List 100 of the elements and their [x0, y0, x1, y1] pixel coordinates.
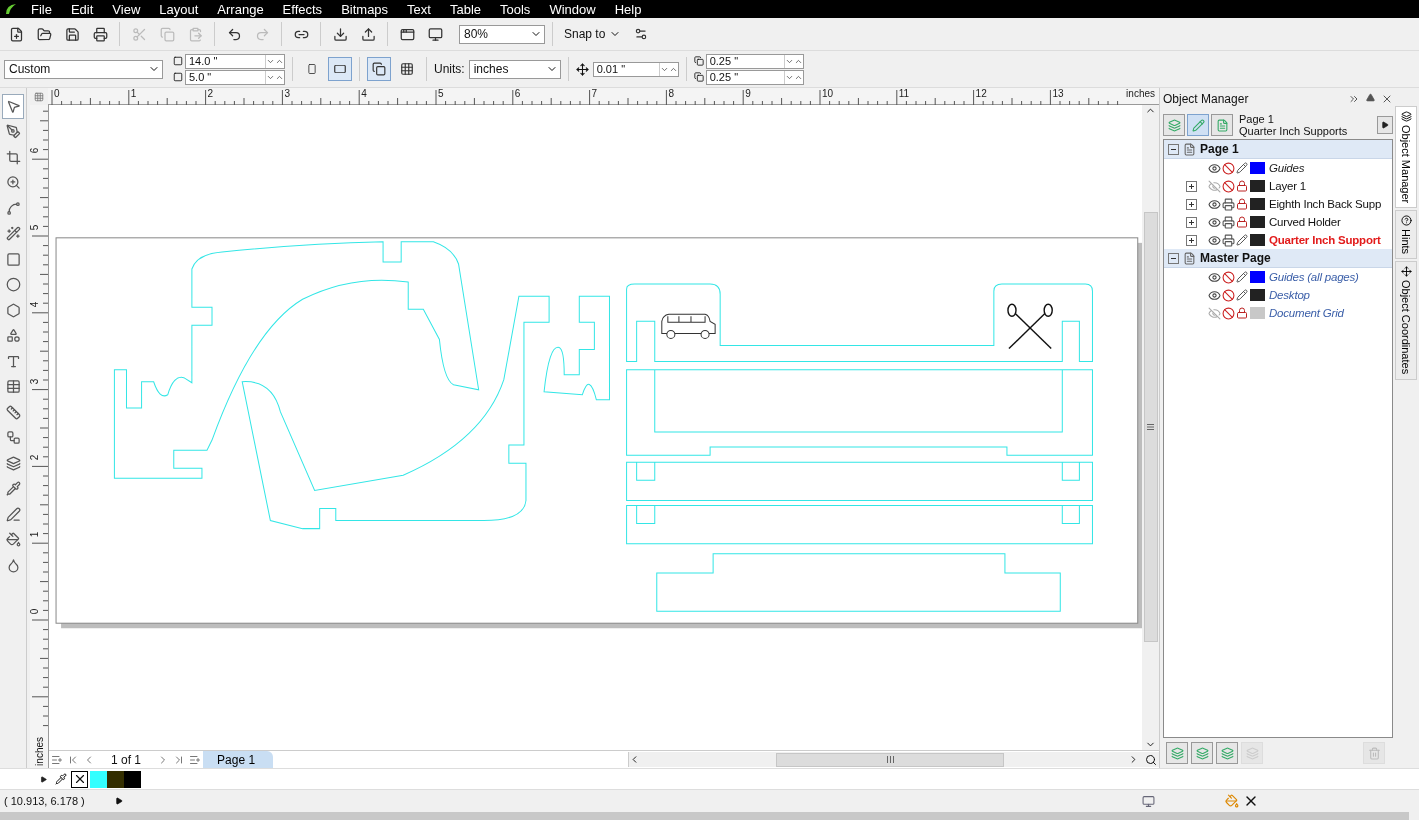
- no-print-icon[interactable]: [1222, 270, 1235, 284]
- zoom-dropdown[interactable]: 80%: [459, 24, 545, 44]
- menu-item[interactable]: Layout: [159, 1, 199, 17]
- lock-icon[interactable]: [1236, 180, 1248, 192]
- layer-name[interactable]: Document Grid: [1269, 307, 1344, 319]
- docker-tab[interactable]: Object Manager: [1395, 106, 1417, 209]
- shapes-icon: [5, 328, 21, 344]
- expand-toggle[interactable]: [1186, 216, 1197, 228]
- layers-icon: [1170, 746, 1184, 760]
- layer-name[interactable]: Guides: [1269, 162, 1305, 174]
- color-swatch[interactable]: [90, 770, 107, 788]
- layer-name[interactable]: Curved Holder: [1269, 216, 1341, 228]
- cursor-coordinates: ( 10.913, 6.178 ): [4, 795, 85, 807]
- layer-color-swatch[interactable]: [1250, 180, 1265, 192]
- no-print-icon[interactable]: [1222, 179, 1235, 193]
- layer-name[interactable]: Desktop: [1269, 289, 1310, 301]
- menu-item[interactable]: Edit: [70, 1, 94, 17]
- menu-item[interactable]: File: [31, 1, 52, 17]
- lock-icon[interactable]: [1236, 307, 1248, 319]
- eyedropper-icon[interactable]: [55, 773, 67, 785]
- menu-item[interactable]: Effects: [282, 1, 323, 17]
- save-icon: [64, 26, 80, 42]
- units-dropdown[interactable]: inches: [468, 59, 561, 79]
- layer-color-swatch[interactable]: [1250, 198, 1265, 210]
- landscape-button[interactable]: [328, 57, 352, 81]
- height-field[interactable]: 5.0 ": [185, 69, 285, 85]
- layer-color-swatch[interactable]: [1250, 289, 1265, 301]
- no-print-icon[interactable]: [1222, 161, 1235, 175]
- no-print-icon[interactable]: [1222, 306, 1235, 320]
- collapse-toggle[interactable]: [1168, 252, 1179, 264]
- eye-icon[interactable]: [1208, 270, 1221, 284]
- docker-tab[interactable]: Hints: [1395, 210, 1417, 260]
- width-field[interactable]: 14.0 ": [185, 53, 285, 69]
- nudge-field[interactable]: 0.01 ": [592, 61, 679, 77]
- collapse-icon[interactable]: [1366, 93, 1375, 102]
- menu-item[interactable]: Bitmaps: [341, 1, 389, 17]
- duplicate-x-field[interactable]: 0.25 ": [705, 53, 804, 69]
- layer-name[interactable]: Layer 1: [1269, 180, 1306, 192]
- vertical-scroll-thumb[interactable]: [1143, 212, 1158, 642]
- duplicate-y-icon: [693, 72, 704, 82]
- print-icon: [92, 26, 108, 42]
- expand-toggle[interactable]: [1186, 180, 1197, 192]
- duplicate-y-field[interactable]: 0.25 ": [705, 69, 804, 85]
- color-swatch[interactable]: [107, 770, 124, 788]
- eye-icon[interactable]: [1208, 161, 1221, 175]
- menu-item[interactable]: Arrange: [217, 1, 264, 17]
- layer-name[interactable]: Eighth Inch Back Supp: [1269, 198, 1382, 210]
- docker-tab-label: Object Coordinates: [1400, 280, 1412, 375]
- color-swatch[interactable]: [124, 770, 141, 788]
- pencil-icon[interactable]: [1236, 289, 1248, 301]
- status-menu-icon[interactable]: [114, 797, 123, 805]
- printer-icon[interactable]: [1222, 197, 1235, 211]
- printer-icon[interactable]: [1222, 233, 1235, 247]
- pencil-icon[interactable]: [1236, 234, 1248, 246]
- menu-item[interactable]: View: [112, 1, 141, 17]
- eye-icon[interactable]: [1208, 215, 1221, 229]
- page-row[interactable]: Master Page: [1164, 249, 1392, 268]
- launcher-icon: [399, 26, 415, 42]
- layer-color-swatch[interactable]: [1250, 307, 1265, 319]
- menu-item[interactable]: Window: [549, 1, 596, 17]
- collapse-toggle[interactable]: [1168, 143, 1179, 155]
- printer-icon[interactable]: [1222, 215, 1235, 229]
- expand-toggle[interactable]: [1186, 234, 1197, 246]
- eye-icon[interactable]: [1208, 197, 1221, 211]
- zoom-search-icon[interactable]: [1145, 753, 1157, 766]
- menu-item[interactable]: Tools: [500, 1, 531, 17]
- page-row[interactable]: Page 1: [1164, 140, 1392, 159]
- layer-color-swatch[interactable]: [1250, 271, 1265, 283]
- no-color-swatch[interactable]: [71, 770, 88, 788]
- menu-item[interactable]: Help: [614, 1, 642, 17]
- menu-item[interactable]: Text: [407, 1, 431, 17]
- lock-icon[interactable]: [1236, 216, 1248, 228]
- docker-tab[interactable]: Object Coordinates: [1395, 261, 1417, 380]
- no-print-icon[interactable]: [1222, 288, 1235, 302]
- layer-color-swatch[interactable]: [1250, 234, 1265, 246]
- menu-item[interactable]: Table: [449, 1, 481, 17]
- all-pages-button[interactable]: [367, 57, 391, 81]
- expand-toggle[interactable]: [1186, 198, 1197, 210]
- layer-name[interactable]: Quarter Inch Support: [1269, 234, 1381, 246]
- palette-scroll-icon[interactable]: [40, 775, 47, 783]
- horizontal-scroll-thumb[interactable]: [776, 752, 1004, 767]
- lock-icon[interactable]: [1236, 198, 1248, 210]
- snap-to-dropdown[interactable]: Snap to: [560, 23, 626, 45]
- pencil-icon[interactable]: [1236, 271, 1248, 283]
- expand-docker-icon[interactable]: [1348, 93, 1360, 105]
- close-icon[interactable]: [1381, 93, 1393, 105]
- ruler-label: 11: [898, 88, 910, 99]
- eye-icon[interactable]: [1208, 233, 1221, 247]
- pencil-icon[interactable]: [1236, 162, 1248, 174]
- layer-color-swatch[interactable]: [1250, 162, 1265, 174]
- page-size-dropdown[interactable]: Custom: [4, 59, 163, 79]
- layer-color-swatch[interactable]: [1250, 216, 1265, 228]
- eye-icon[interactable]: [1208, 288, 1221, 302]
- pick-tool-button[interactable]: [2, 94, 24, 119]
- layer-name[interactable]: Guides (all pages): [1269, 271, 1359, 283]
- document-icon: [1215, 118, 1229, 132]
- page-tab[interactable]: Page 1: [203, 751, 274, 768]
- ruler-label: 5: [438, 88, 444, 99]
- undo-icon: [226, 26, 242, 42]
- docker-menu-button[interactable]: [1377, 116, 1393, 134]
